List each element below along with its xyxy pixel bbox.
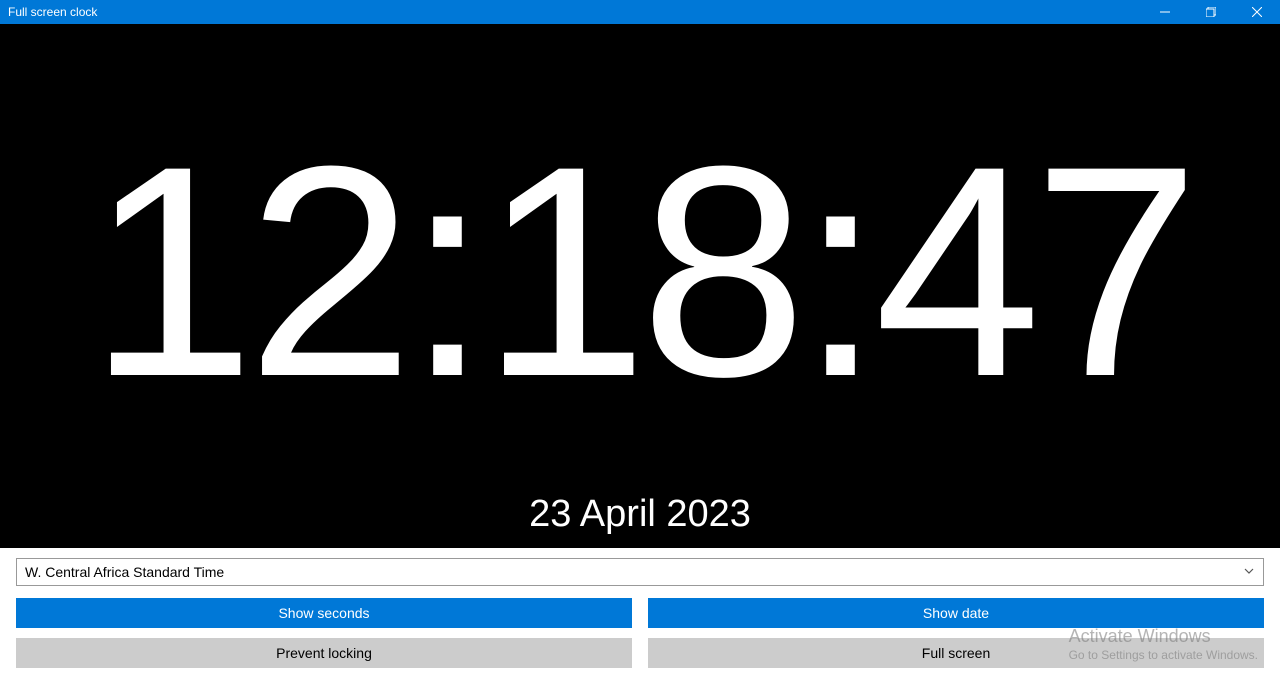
window-titlebar: Full screen clock <box>0 0 1280 24</box>
minimize-button[interactable] <box>1142 0 1188 24</box>
close-button[interactable] <box>1234 0 1280 24</box>
time-display: 12:18:47 <box>88 121 1192 421</box>
prevent-locking-button[interactable]: Prevent locking <box>16 638 632 668</box>
show-seconds-button[interactable]: Show seconds <box>16 598 632 628</box>
full-screen-button[interactable]: Full screen <box>648 638 1264 668</box>
chevron-down-icon <box>1243 564 1255 580</box>
button-grid: Show seconds Show date Prevent locking F… <box>16 598 1264 668</box>
minimize-icon <box>1160 7 1170 17</box>
clock-display-area: 12:18:47 23 April 2023 <box>0 24 1280 548</box>
date-display: 23 April 2023 <box>0 493 1280 536</box>
close-icon <box>1252 7 1262 17</box>
show-date-button[interactable]: Show date <box>648 598 1264 628</box>
timezone-select[interactable]: W. Central Africa Standard Time <box>16 558 1264 586</box>
controls-panel: W. Central Africa Standard Time Show sec… <box>0 548 1280 674</box>
maximize-icon <box>1206 7 1216 17</box>
window-title: Full screen clock <box>0 5 1142 19</box>
maximize-button[interactable] <box>1188 0 1234 24</box>
window-controls <box>1142 0 1280 24</box>
timezone-selected-label: W. Central Africa Standard Time <box>25 564 224 580</box>
